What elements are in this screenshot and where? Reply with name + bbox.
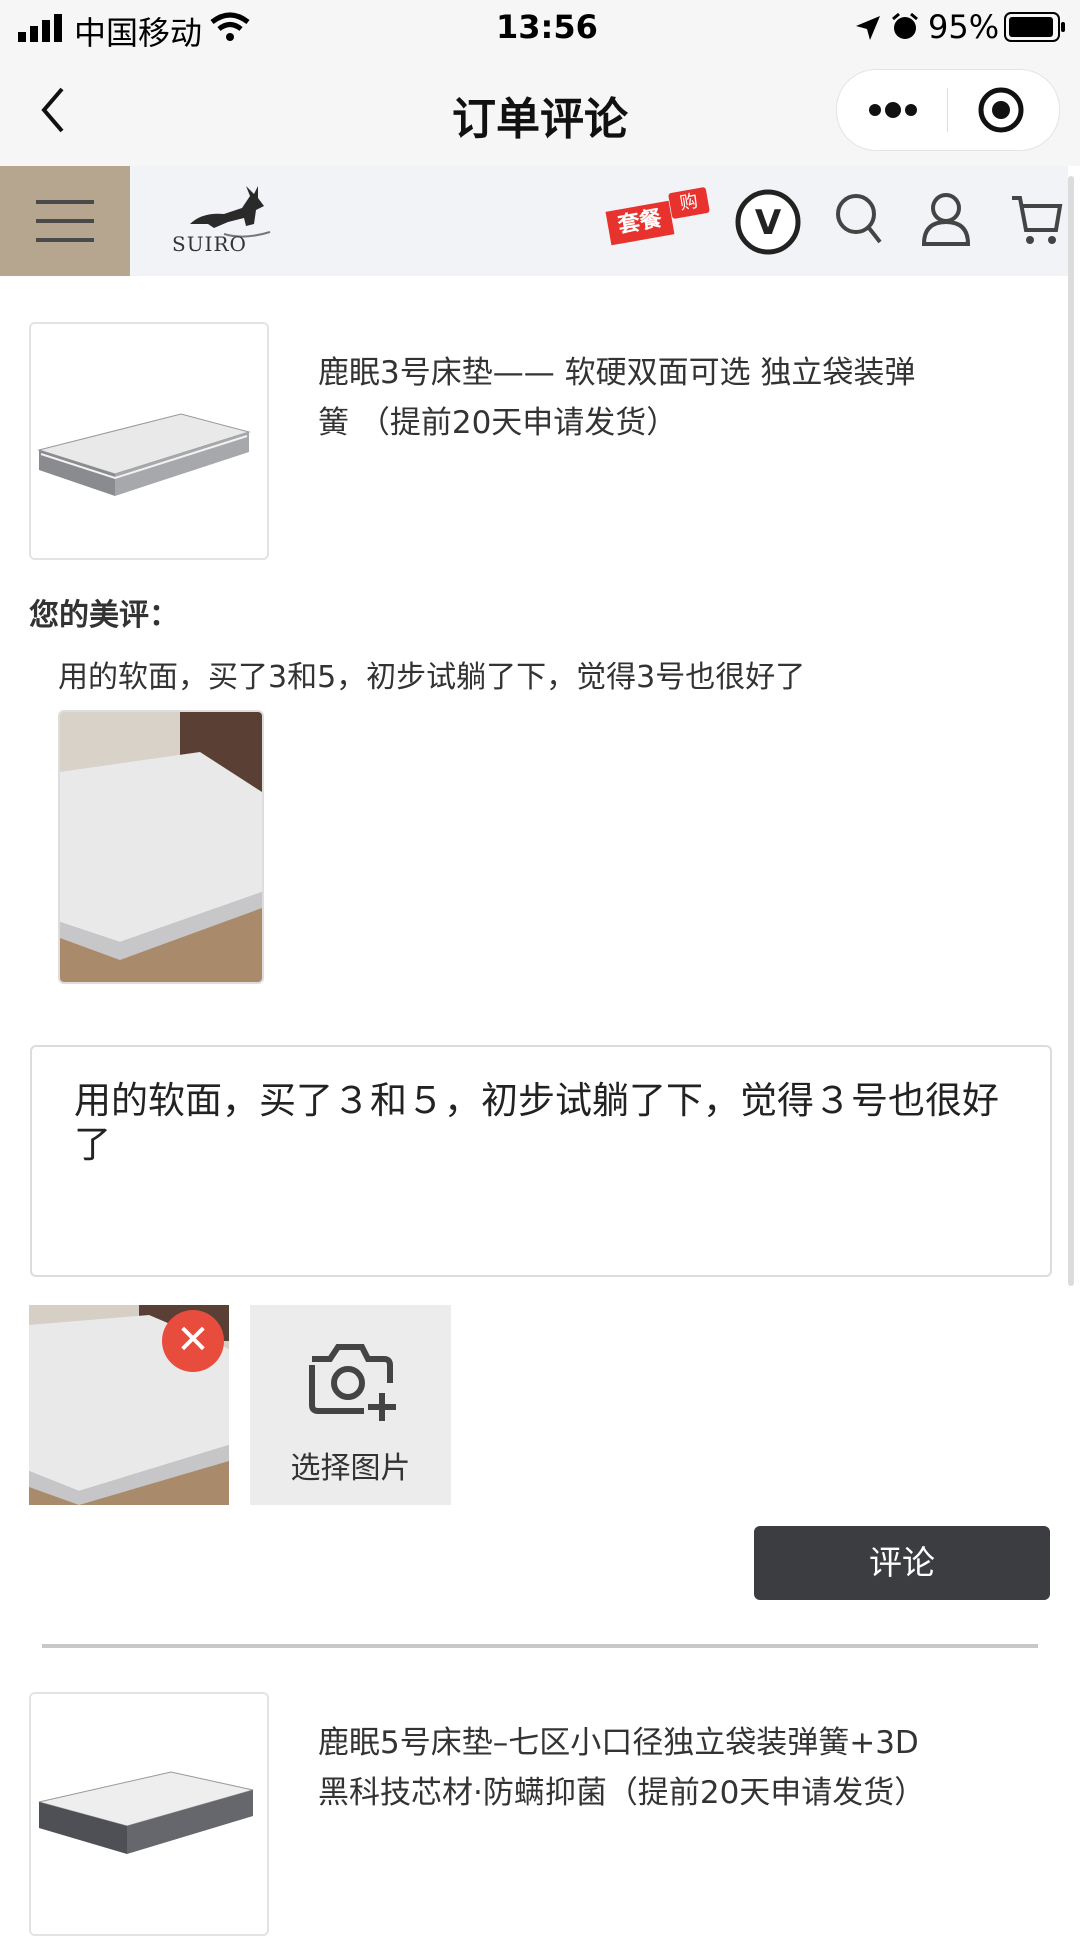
brand-logo-text: SUIRO [172,232,247,256]
close-mini-program-icon[interactable] [977,86,1025,134]
cart-icon[interactable] [1010,192,1064,248]
mini-program-capsule [836,69,1060,151]
product-name: 鹿眠5号床垫–七区小口径独立袋装弹簧+3D黑科技芯材·防螨抑菌（提前20天申请发… [318,1725,926,1811]
product-thumbnail[interactable] [29,322,269,560]
carrier-name: 中国移动 [74,14,203,52]
user-icon[interactable] [920,190,972,246]
comment-value: 用的软面，买了３和５，初步试躺了下，觉得３号也很好了 [74,1079,999,1166]
vip-letter: V [755,203,782,243]
bed-photo [60,712,262,982]
search-icon[interactable] [834,192,884,248]
alarm-icon [892,12,918,39]
capsule-divider [947,88,948,132]
site-header: SUIRO 套餐 购 V [0,166,1068,276]
signal-icon [18,14,62,42]
menu-button[interactable] [0,166,130,276]
product-name: 鹿眠3号床垫—— 软硬双面可选 独立袋装弹簧 （提前20天申请发货） [318,355,916,441]
status-time: 13:56 [496,8,598,46]
choose-image-label: 选择图片 [290,1451,411,1486]
comment-textarea[interactable]: 用的软面，买了３和５，初步试躺了下，觉得３号也很好了 [30,1045,1052,1277]
remove-image-button[interactable]: ✕ [162,1310,224,1372]
page-scrollbar[interactable] [1068,176,1074,1286]
combo-purchase-badge[interactable]: 套餐 [605,200,675,246]
vip-icon[interactable]: V [734,188,802,256]
mattress-image [31,324,267,558]
wifi-icon [210,12,250,41]
review-text: 用的软面，买了3和5，初步试躺了下，觉得3号也很好了 [58,660,806,695]
mattress-image [31,1694,267,1934]
review-label: 您的美评： [29,598,179,633]
product-thumbnail[interactable] [29,1692,269,1936]
battery-icon [1004,12,1065,42]
more-icon[interactable] [867,100,919,120]
combo-purchase-badge-tag: 购 [668,186,710,220]
status-bar: 中国移动 13:56 95% [0,0,1080,55]
battery-percent: 95% [928,8,1000,46]
choose-image-button[interactable]: 选择图片 [250,1305,451,1505]
submit-comment-button[interactable]: 评论 [754,1526,1050,1600]
camera-add-icon [309,1344,396,1421]
title-bar: 订单评论 [0,55,1080,166]
close-icon: ✕ [176,1317,210,1363]
menu-icon [36,200,94,204]
location-icon [856,16,880,40]
review-photo[interactable] [58,710,264,984]
order-divider [42,1644,1038,1648]
